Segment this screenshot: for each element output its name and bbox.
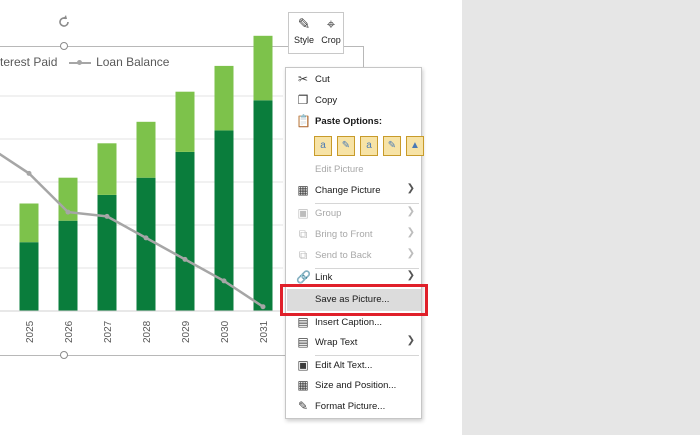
group-icon: ▣ <box>297 206 309 220</box>
chevron-right-icon: ❯ <box>406 335 415 346</box>
bar-interest-2025 <box>19 203 39 243</box>
change-picture-icon: ▦ <box>297 183 309 197</box>
paste-keep-source-icon[interactable]: a <box>314 136 332 156</box>
paste-keep-text-icon[interactable]: a <box>360 136 378 156</box>
bar-interest-2028 <box>136 121 156 178</box>
chevron-right-icon: ❯ <box>406 248 415 259</box>
chevron-right-icon: ❯ <box>406 183 415 194</box>
menu-item-insert-caption[interactable]: ▤ Insert Caption... <box>286 313 421 333</box>
crop-button[interactable]: ⌖ Crop <box>317 15 345 45</box>
link-icon: 🔗 <box>296 270 311 284</box>
menu-item-format-picture[interactable]: ✎ Format Picture... <box>286 397 421 417</box>
menu-item-send-to-back-label: Send to Back <box>315 250 372 261</box>
loan-balance-point-2026 <box>65 209 71 215</box>
context-menu: ✂ Cut ❐ Copy 📋 Paste Options: a ✎ a ✎ ▲ … <box>285 67 424 419</box>
menu-item-paste-options-label: Paste Options: <box>315 116 383 127</box>
x-tick-label-2027: 2027 <box>103 320 114 343</box>
scissors-icon: ✂ <box>297 72 309 86</box>
x-tick-label-2029: 2029 <box>181 320 192 343</box>
document-background <box>462 0 700 435</box>
menu-item-group-label: Group <box>315 208 342 219</box>
menu-item-send-to-back[interactable]: ⧉ Send to Back ❯ <box>286 246 421 266</box>
paste-text-only-icon[interactable]: ✎ <box>383 136 401 156</box>
layout-options-floatie: ✎ Style ⌖ Crop <box>288 12 344 54</box>
highlight-annotation-box <box>280 284 428 316</box>
menu-item-cut[interactable]: ✂ Cut <box>286 70 421 90</box>
menu-item-bring-to-front-label: Bring to Front <box>315 229 373 240</box>
loan-balance-point-2030 <box>221 278 227 284</box>
menu-item-edit-alt-text[interactable]: ▣ Edit Alt Text... <box>286 356 421 376</box>
x-tick-label-2028: 2028 <box>142 320 153 343</box>
chart-plot: 2025 2026 2027 2028 2029 2030 2031 <box>0 35 283 343</box>
send-to-back-icon: ⧉ <box>298 248 308 262</box>
crop-button-label: Crop <box>321 35 341 45</box>
loan-balance-point-2028 <box>143 235 149 241</box>
style-button[interactable]: ✎ Style <box>290 15 318 45</box>
x-tick-label-2026: 2026 <box>64 320 75 343</box>
menu-item-edit-alt-text-label: Edit Alt Text... <box>315 360 373 371</box>
paste-merge-formatting-icon[interactable]: ✎ <box>337 136 355 156</box>
menu-item-format-picture-label: Format Picture... <box>315 401 386 412</box>
menu-item-wrap-text-label: Wrap Text <box>315 337 358 348</box>
bring-to-front-icon: ⧉ <box>298 227 308 241</box>
menu-item-change-picture[interactable]: ▦ Change Picture ❯ <box>286 181 421 201</box>
bar-interest-2027 <box>97 143 117 195</box>
bar-principal-2031 <box>253 100 273 311</box>
menu-item-copy-label: Copy <box>315 95 338 106</box>
picture-style-icon: ✎ <box>297 16 311 33</box>
copy-icon: ❐ <box>297 93 309 107</box>
menu-item-cut-label: Cut <box>315 74 330 85</box>
loan-balance-point-2025 <box>26 170 32 176</box>
chevron-right-icon: ❯ <box>406 206 415 217</box>
bar-principal-2026 <box>58 220 78 311</box>
bar-principal-2028 <box>136 177 156 311</box>
menu-item-copy[interactable]: ❐ Copy <box>286 91 421 111</box>
clipboard-icon: 📋 <box>296 114 311 128</box>
crop-icon: ⌖ <box>326 16 336 33</box>
bar-interest-2031 <box>253 35 273 101</box>
bar-principal-2027 <box>97 194 117 311</box>
style-button-label: Style <box>293 35 314 45</box>
bar-principal-2029 <box>175 151 195 311</box>
menu-item-link-label: Link <box>315 272 333 283</box>
x-tick-label-2030: 2030 <box>220 320 231 343</box>
alt-text-icon: ▣ <box>297 358 309 372</box>
menu-item-group[interactable]: ▣ Group ❯ <box>286 204 421 224</box>
loan-balance-point-2027 <box>104 213 110 219</box>
size-position-icon: ▦ <box>297 378 309 392</box>
menu-item-paste-options: 📋 Paste Options: <box>286 112 421 132</box>
menu-item-insert-caption-label: Insert Caption... <box>315 317 383 328</box>
bar-interest-2029 <box>175 91 195 152</box>
menu-item-change-picture-label: Change Picture <box>315 185 381 196</box>
menu-item-edit-picture[interactable]: Edit Picture <box>286 160 421 180</box>
x-tick-label-2031: 2031 <box>259 320 270 343</box>
insert-caption-icon: ▤ <box>297 315 309 329</box>
loan-balance-point-2031 <box>260 304 266 310</box>
bar-principal-2025 <box>19 242 39 311</box>
menu-item-edit-picture-label: Edit Picture <box>315 164 364 175</box>
menu-item-bring-to-front[interactable]: ⧉ Bring to Front ❯ <box>286 225 421 245</box>
bar-interest-2030 <box>214 65 234 131</box>
format-picture-icon: ✎ <box>297 399 309 413</box>
loan-balance-point-2029 <box>182 256 188 262</box>
wrap-text-icon: ▤ <box>297 335 309 349</box>
chevron-right-icon: ❯ <box>406 270 415 281</box>
chevron-right-icon: ❯ <box>406 227 415 238</box>
menu-item-wrap-text[interactable]: ▤ Wrap Text ❯ <box>286 333 421 353</box>
paste-picture-icon[interactable]: ▲ <box>406 136 424 156</box>
menu-item-size-and-position[interactable]: ▦ Size and Position... <box>286 376 421 396</box>
menu-item-size-and-position-label: Size and Position... <box>315 380 397 391</box>
x-tick-label-2025: 2025 <box>25 320 36 343</box>
